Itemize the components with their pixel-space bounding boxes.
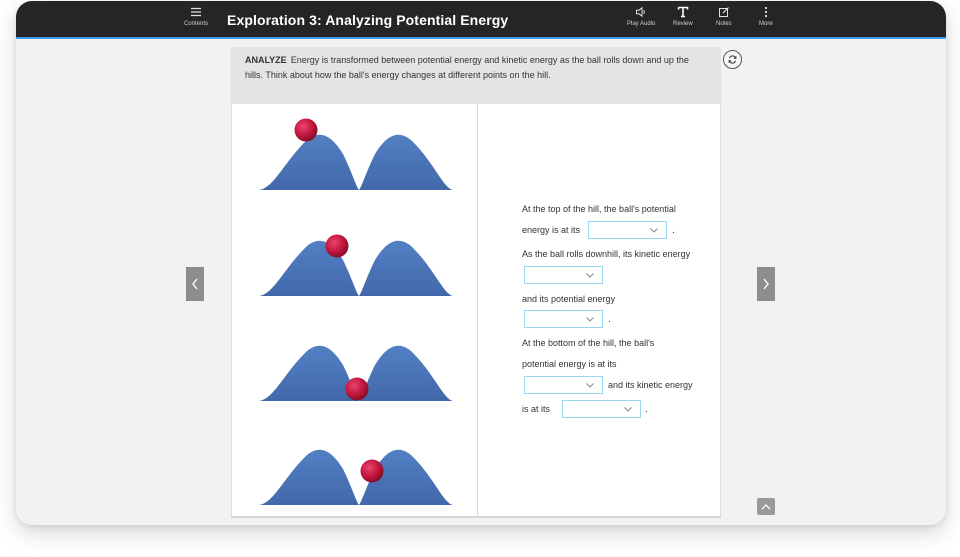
notes-button[interactable]: Notes bbox=[716, 6, 732, 27]
q1-text-line1: At the top of the hill, the ball's poten… bbox=[522, 204, 676, 214]
hill-image-uphill bbox=[259, 449, 453, 505]
app-window: Contents Exploration 3: Analyzing Potent… bbox=[16, 1, 946, 525]
chevron-down-icon bbox=[586, 273, 594, 278]
question-column: At the top of the hill, the ball's poten… bbox=[506, 104, 716, 518]
panel-bottom-border bbox=[231, 516, 721, 518]
chevron-right-icon bbox=[763, 278, 769, 290]
downhill-kinetic-dropdown[interactable] bbox=[524, 266, 603, 284]
chevron-down-icon bbox=[586, 383, 594, 388]
notes-label: Notes bbox=[716, 21, 732, 27]
chevron-left-icon bbox=[192, 278, 198, 290]
next-page-button[interactable] bbox=[757, 267, 775, 301]
reset-button[interactable] bbox=[723, 50, 742, 69]
q4-text-line2: potential energy is at its bbox=[522, 359, 617, 369]
ball bbox=[360, 459, 384, 483]
play-audio-label: Play Audio bbox=[627, 21, 656, 27]
top-bar: Contents Exploration 3: Analyzing Potent… bbox=[16, 1, 946, 39]
vertical-dots-icon bbox=[764, 6, 767, 18]
q3-text: and its potential energy bbox=[522, 294, 616, 304]
hill-image-top bbox=[259, 118, 453, 190]
ball bbox=[345, 377, 369, 401]
analyze-text: Energy is transformed between potential … bbox=[245, 55, 689, 80]
hill-image-bottom bbox=[259, 345, 453, 401]
bottom-kinetic-dropdown[interactable] bbox=[562, 400, 641, 418]
scroll-top-button[interactable] bbox=[757, 498, 775, 515]
q2-text: As the ball rolls downhill, its kinetic … bbox=[522, 249, 691, 259]
hill-illustrations bbox=[232, 104, 477, 518]
contents-button[interactable]: Contents bbox=[184, 6, 208, 27]
ball bbox=[294, 118, 318, 142]
chevron-down-icon bbox=[624, 407, 632, 412]
edit-note-icon bbox=[718, 7, 729, 17]
q4-after-text: and its kinetic energy bbox=[608, 380, 693, 390]
hill-image-downhill bbox=[259, 234, 453, 296]
period: . bbox=[672, 225, 675, 236]
column-divider bbox=[477, 104, 478, 518]
q5-text: is at its bbox=[522, 404, 551, 414]
bottom-potential-dropdown[interactable] bbox=[524, 376, 603, 394]
refresh-icon bbox=[728, 55, 737, 64]
review-label: Review bbox=[673, 21, 693, 27]
ball bbox=[325, 234, 349, 258]
reader-content: ANALYZE Energy is transformed between pot… bbox=[231, 47, 721, 525]
analyze-tag: ANALYZE bbox=[245, 55, 287, 65]
text-t-icon bbox=[677, 6, 689, 18]
period: . bbox=[645, 404, 648, 415]
speaker-icon bbox=[636, 6, 645, 18]
chevron-down-icon bbox=[586, 317, 594, 322]
contents-label: Contents bbox=[184, 21, 209, 27]
more-label: More bbox=[759, 21, 773, 27]
play-audio-button[interactable]: Play Audio bbox=[627, 6, 655, 27]
hamburger-icon bbox=[191, 7, 201, 17]
more-button[interactable]: More bbox=[759, 6, 773, 27]
review-button[interactable]: Review bbox=[673, 6, 693, 27]
q4-text-line1: At the bottom of the hill, the ball's bbox=[522, 338, 655, 348]
period: . bbox=[608, 314, 611, 325]
activity-panel: At the top of the hill, the ball's poten… bbox=[231, 104, 721, 518]
analyze-prompt: ANALYZE Energy is transformed between pot… bbox=[231, 47, 721, 104]
top-potential-dropdown[interactable] bbox=[588, 221, 667, 239]
chevron-down-icon bbox=[650, 228, 658, 233]
q1-text-line2: energy is at its bbox=[522, 225, 581, 235]
downhill-potential-dropdown[interactable] bbox=[524, 310, 603, 328]
previous-page-button[interactable] bbox=[186, 267, 204, 301]
chevron-up-icon bbox=[761, 504, 771, 510]
page-title: Exploration 3: Analyzing Potential Energ… bbox=[227, 12, 509, 28]
